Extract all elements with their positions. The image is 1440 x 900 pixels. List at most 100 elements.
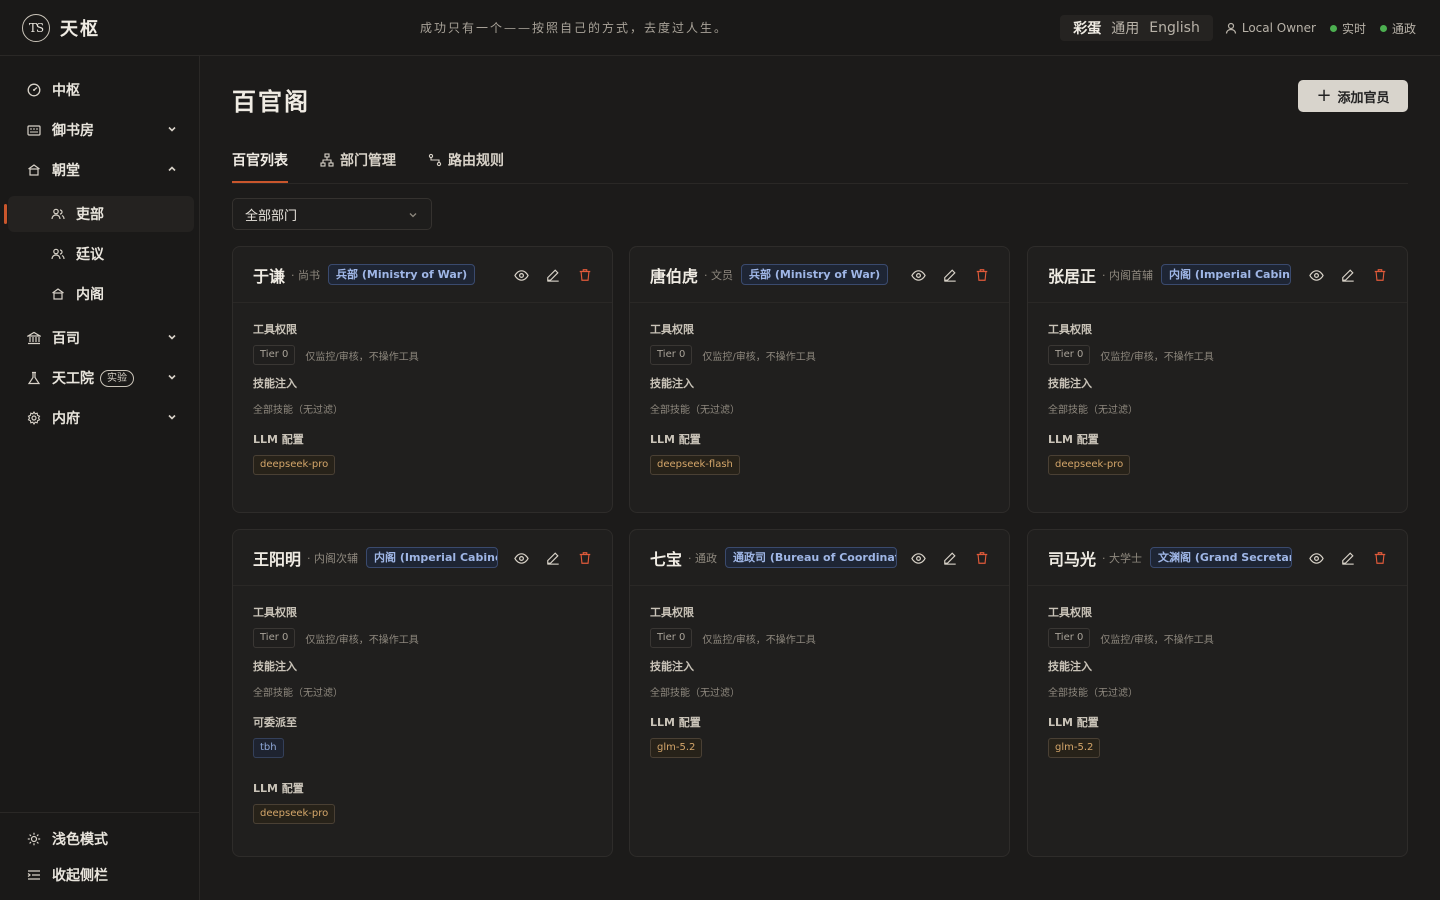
edit-icon[interactable] <box>544 549 562 567</box>
llm-config-label: LLM 配置 <box>650 716 701 729</box>
delete-icon[interactable] <box>973 266 991 284</box>
lang-general[interactable]: 通用 <box>1111 18 1139 38</box>
edit-icon[interactable] <box>544 266 562 284</box>
delete-icon[interactable] <box>973 549 991 567</box>
status-dot-icon <box>1329 24 1337 32</box>
view-icon[interactable] <box>512 266 530 284</box>
sidebar-bottom: 浅色模式 收起侧栏 <box>0 812 200 884</box>
skill-value: 全部技能（无过滤） <box>1048 688 1138 699</box>
tier-row: Tier 0 仅监控/审核，不操作工具 <box>253 628 592 648</box>
llm-config-label: LLM 配置 <box>1048 716 1099 729</box>
card-body: 工具权限 Tier 0 仅监控/审核，不操作工具 技能注入 全部技能（无过滤） … <box>630 586 1009 758</box>
light-mode-toggle[interactable]: 浅色模式 <box>8 821 194 857</box>
collapse-label: 收起侧栏 <box>52 868 108 884</box>
sidebar-item-label: 御书房 <box>52 123 94 139</box>
department-badge: 内阁 (Imperial Cabinet) <box>1161 264 1292 285</box>
plus-icon: + <box>1316 85 1332 106</box>
collapse-sidebar-button[interactable]: 收起侧栏 <box>8 857 194 893</box>
court-icon <box>26 162 42 178</box>
lang-english[interactable]: English <box>1149 20 1200 36</box>
official-role: · 大学士 <box>1102 551 1143 565</box>
people-icon <box>50 206 66 222</box>
official-name: 七宝 <box>650 549 683 569</box>
official-name: 司马光 <box>1048 549 1097 569</box>
sidebar-item-label: 廷议 <box>76 247 104 263</box>
sidebar-item-cabinet[interactable]: 内阁 <box>8 276 194 312</box>
study-icon <box>26 122 42 138</box>
status-gov-label: 通政 <box>1391 21 1416 36</box>
tier-row: Tier 0 仅监控/审核，不操作工具 <box>1048 628 1387 648</box>
edit-icon[interactable] <box>1339 266 1357 284</box>
card-header: 张居正 · 内阁首辅 内阁 (Imperial Cabinet) <box>1028 247 1407 303</box>
view-icon[interactable] <box>909 266 927 284</box>
edit-icon[interactable] <box>1339 549 1357 567</box>
view-icon[interactable] <box>1307 266 1325 284</box>
sidebar-item-departments[interactable]: 百司 <box>8 320 194 356</box>
department-badge: 兵部 (Ministry of War) <box>741 264 889 285</box>
lang-easter-egg[interactable]: 彩蛋 <box>1073 18 1101 38</box>
sidebar-item-court[interactable]: 朝堂 <box>8 152 194 188</box>
view-icon[interactable] <box>909 549 927 567</box>
skill-value: 全部技能（无过滤） <box>650 688 740 699</box>
card-body: 工具权限 Tier 0 仅监控/审核，不操作工具 技能注入 全部技能（无过滤） … <box>1028 303 1407 475</box>
skill-value: 全部技能（无过滤） <box>253 405 343 416</box>
llm-config-label: LLM 配置 <box>253 782 304 795</box>
sidebar-item-label: 天工院 <box>52 371 94 387</box>
delete-icon[interactable] <box>1371 549 1389 567</box>
official-card: 王阳明 · 内阁次辅 内阁 (Imperial Cabinet) 工具权限 Ti… <box>232 529 613 857</box>
collapse-icon <box>26 867 42 883</box>
tab-routing-rules[interactable]: 路由规则 <box>428 148 504 172</box>
language-switcher: 彩蛋 通用 English <box>1060 15 1213 41</box>
department-filter-select[interactable]: 全部部门 <box>232 198 432 230</box>
tool-permission-label: 工具权限 <box>1048 323 1092 336</box>
sidebar-item-label: 吏部 <box>76 207 104 223</box>
sidebar-item-personnel[interactable]: 吏部 <box>8 196 194 232</box>
bank-icon <box>26 330 42 346</box>
tab-label: 部门管理 <box>340 153 396 169</box>
brand[interactable]: TS 天枢 <box>22 13 402 42</box>
owner-menu[interactable]: Local Owner <box>1225 21 1316 35</box>
tool-permission-label: 工具权限 <box>650 606 694 619</box>
card-actions <box>1293 549 1389 567</box>
sidebar-item-deliberation[interactable]: 廷议 <box>8 236 194 272</box>
sidebar-item-hub[interactable]: 中枢 <box>8 72 194 108</box>
top-bar: TS 天枢 成功只有一个——按照自己的方式，去度过人生。 彩蛋 通用 Engli… <box>0 0 1440 56</box>
edit-icon[interactable] <box>941 549 959 567</box>
sidebar-item-study[interactable]: 御书房 <box>8 112 194 148</box>
add-official-button[interactable]: + 添加官员 <box>1298 80 1408 112</box>
llm-model-chip: glm-5.2 <box>650 738 703 758</box>
delete-icon[interactable] <box>576 266 594 284</box>
edit-icon[interactable] <box>941 266 959 284</box>
tab-official-list[interactable]: 百官列表 <box>232 148 288 183</box>
tab-department-management[interactable]: 部门管理 <box>320 148 396 172</box>
tier-row: Tier 0 仅监控/审核，不操作工具 <box>650 345 989 365</box>
chevron-down-icon <box>168 374 176 380</box>
view-icon[interactable] <box>512 549 530 567</box>
sidebar-item-workshop[interactable]: 天工院 实验 <box>8 360 194 396</box>
status-dot-icon <box>1379 24 1387 32</box>
sidebar-item-label: 百司 <box>52 331 80 347</box>
delete-icon[interactable] <box>1371 266 1389 284</box>
official-card: 唐伯虎 · 文员 兵部 (Ministry of War) 工具权限 Tier … <box>629 246 1010 513</box>
sun-icon <box>26 831 42 847</box>
chevron-down-icon <box>168 334 176 340</box>
sidebar-item-inner-office[interactable]: 内府 <box>8 400 194 436</box>
skill-injection-label: 技能注入 <box>1048 377 1092 390</box>
delete-icon[interactable] <box>576 549 594 567</box>
skill-value: 全部技能（无过滤） <box>1048 405 1138 416</box>
official-card: 张居正 · 内阁首辅 内阁 (Imperial Cabinet) 工具权限 Ti… <box>1027 246 1408 513</box>
status-gov: 通政 <box>1379 20 1416 37</box>
department-badge: 内阁 (Imperial Cabinet) <box>366 547 499 568</box>
tier-badge: Tier 0 <box>1048 628 1091 648</box>
llm-config-label: LLM 配置 <box>1048 433 1099 446</box>
tier-description: 仅监控/审核，不操作工具 <box>305 351 419 363</box>
official-role: · 内阁次辅 <box>307 551 359 565</box>
sidebar-item-label: 内府 <box>52 411 80 427</box>
view-icon[interactable] <box>1307 549 1325 567</box>
skill-value: 全部技能（无过滤） <box>253 688 343 699</box>
dashboard-icon <box>26 82 42 98</box>
status-realtime-label: 实时 <box>1341 21 1366 36</box>
official-card: 司马光 · 大学士 文渊阁 (Grand Secretariat) 工具权限 T… <box>1027 529 1408 857</box>
card-actions <box>498 549 594 567</box>
tier-row: Tier 0 仅监控/审核，不操作工具 <box>253 345 592 365</box>
